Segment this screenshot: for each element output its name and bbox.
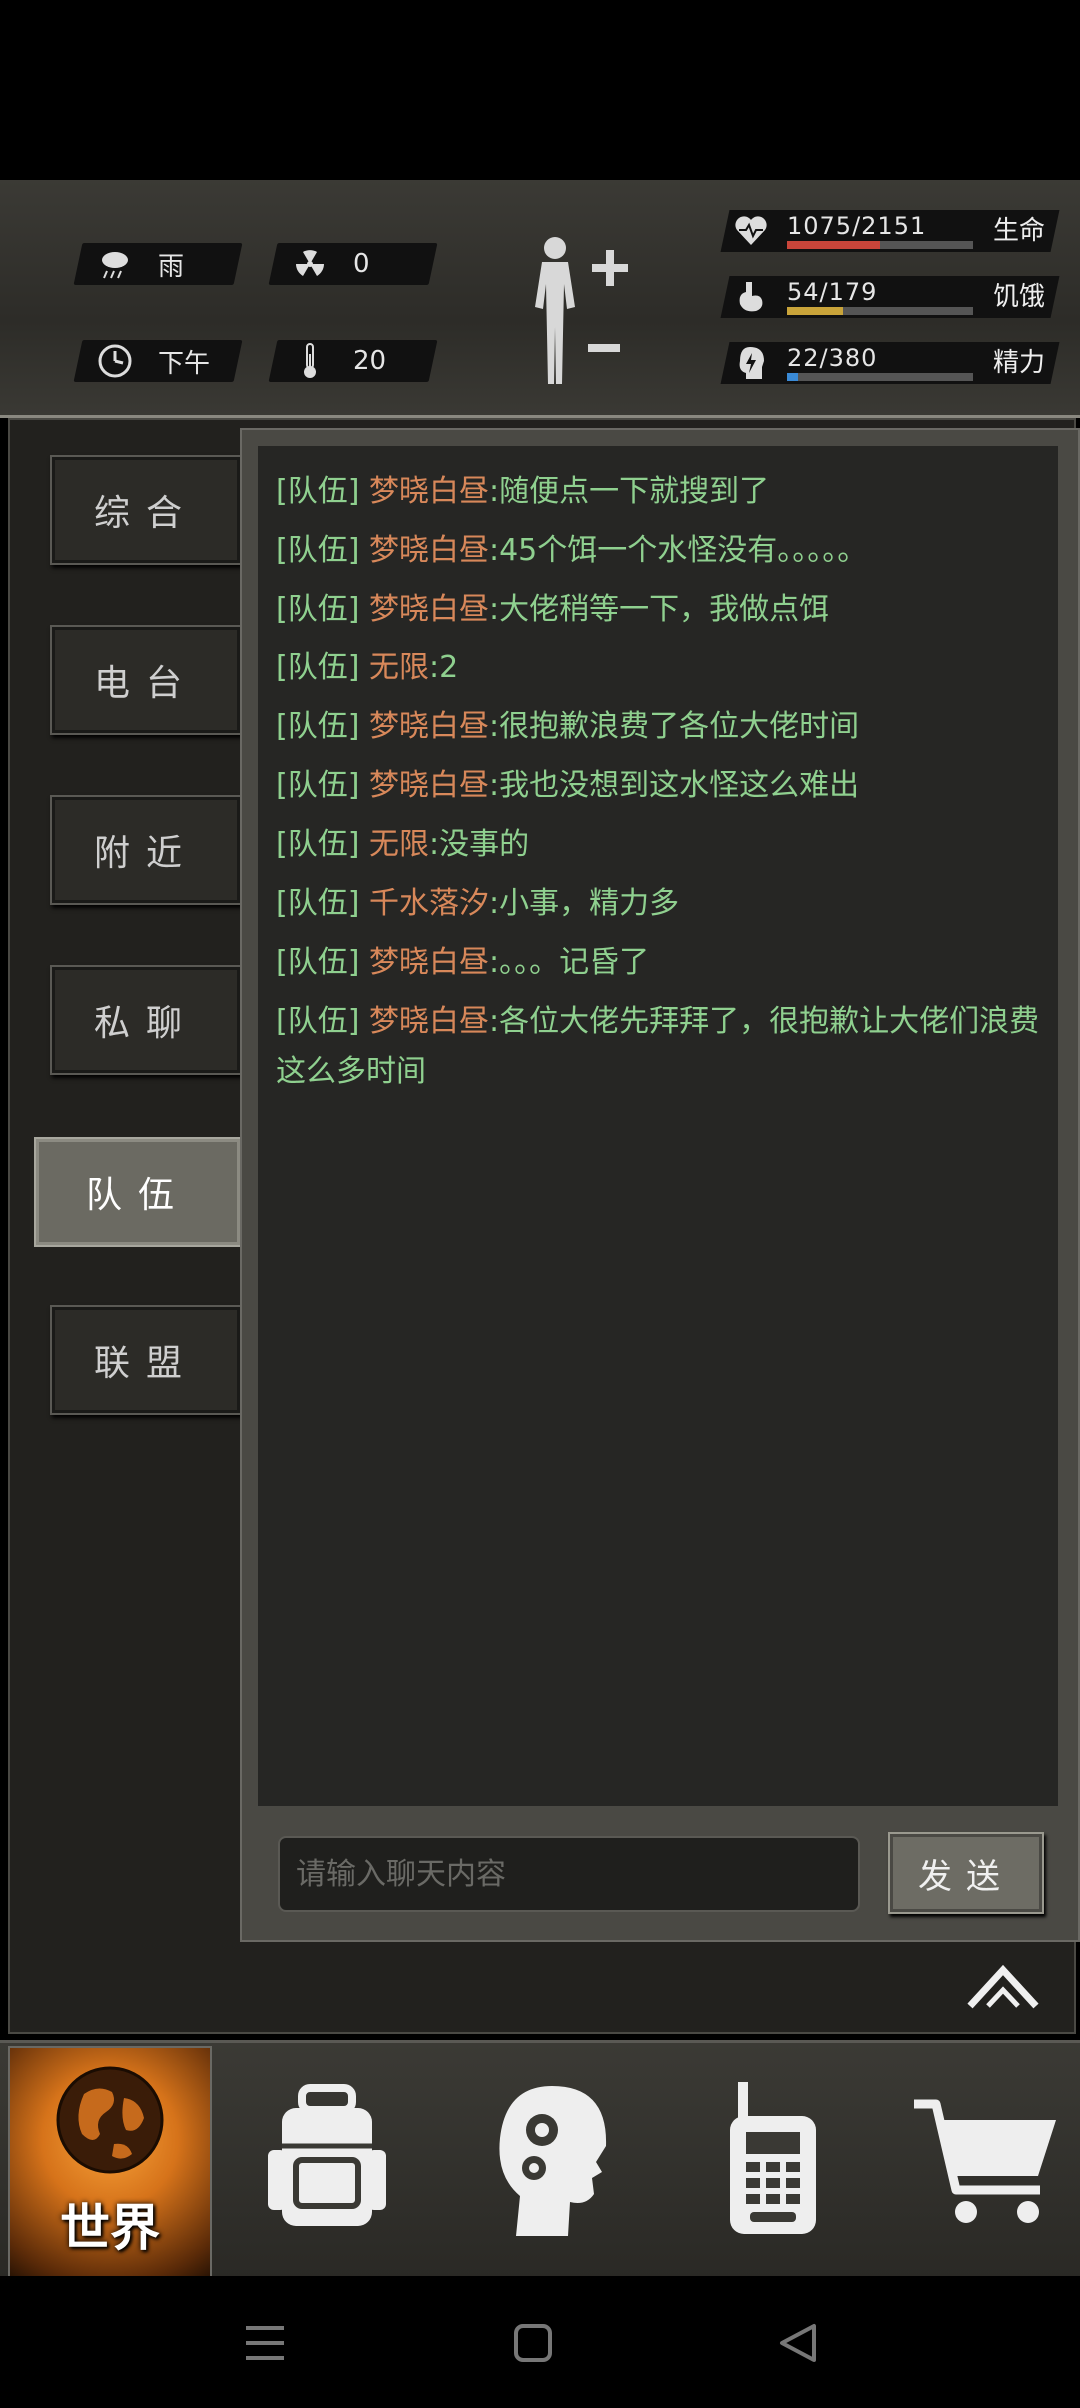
menu-icon[interactable] (240, 2320, 290, 2366)
message-sender[interactable]: 梦晓白昼 (369, 474, 489, 509)
message-text: :小事，精力多 (488, 886, 680, 921)
chat-input-container (278, 1836, 860, 1912)
message-sender[interactable]: 无限 (369, 650, 429, 685)
energy-fill (787, 373, 799, 381)
chat-message: [队伍] 梦晓白昼:随便点一下就搜到了 (276, 467, 1056, 517)
collapse-chevron-icon[interactable] (966, 1962, 1040, 2010)
tab-alliance[interactable]: 联盟 (50, 1305, 242, 1415)
message-sender[interactable]: 梦晓白昼 (369, 945, 489, 980)
message-sender[interactable]: 梦晓白昼 (369, 533, 489, 568)
message-channel: [队伍] (276, 886, 360, 921)
temperature-value: 20 (353, 346, 387, 376)
chat-input[interactable] (280, 1838, 858, 1910)
tab-general[interactable]: 综合 (50, 455, 242, 565)
thermometer-icon (289, 343, 331, 379)
radiation-stat: 0 (268, 243, 438, 285)
character-body-icon[interactable] (520, 232, 630, 387)
health-label: 生命 (993, 216, 1046, 246)
weather-stat: 雨 (73, 243, 243, 285)
message-channel: [队伍] (276, 709, 360, 744)
message-channel: [队伍] (276, 768, 360, 803)
time-stat: 下午 (73, 340, 243, 382)
head-bolt-icon (733, 345, 769, 381)
nav-world-label: 世界 (60, 2199, 160, 2257)
message-channel: [队伍] (276, 474, 360, 509)
radiation-icon (289, 246, 331, 282)
weather-value: 雨 (158, 251, 185, 282)
chat-message: [队伍] 无限:没事的 (276, 820, 1056, 870)
message-text: :2 (428, 650, 459, 685)
message-sender[interactable]: 梦晓白昼 (369, 768, 489, 803)
message-text: :。。。记昏了 (488, 945, 650, 980)
rain-cloud-icon (94, 246, 136, 282)
head-skills-icon[interactable] (490, 2080, 620, 2240)
shopping-cart-icon[interactable] (910, 2080, 1060, 2240)
message-channel: [队伍] (276, 827, 360, 862)
tab-private[interactable]: 私聊 (50, 965, 242, 1075)
chat-message: [队伍] 梦晓白昼:很抱歉浪费了各位大佬时间 (276, 702, 1056, 752)
chat-message: [队伍] 梦晓白昼:各位大佬先拜拜了，很抱歉让大佬们浪费这么多时间 (276, 997, 1056, 1097)
chat-message: [队伍] 梦晓白昼:大佬稍等一下，我做点饵 (276, 585, 1056, 635)
message-sender[interactable]: 梦晓白昼 (369, 592, 489, 627)
message-text: :45个饵一个水怪没有。。。。。 (488, 533, 868, 568)
status-bar-area (0, 0, 1080, 180)
chat-message: [队伍] 无限:2 (276, 643, 1056, 693)
radiation-value: 0 (353, 249, 370, 279)
backpack-icon[interactable] (262, 2080, 392, 2240)
hunger-fill (787, 307, 843, 315)
chat-message: [队伍] 千水落汐:小事，精力多 (276, 879, 1056, 929)
hunger-value: 54/179 (787, 278, 878, 306)
home-icon[interactable] (508, 2320, 558, 2366)
health-fill (787, 241, 880, 249)
nav-world-button[interactable]: 世界 (8, 2046, 212, 2278)
message-sender[interactable]: 梦晓白昼 (369, 709, 489, 744)
send-button[interactable]: 发送 (888, 1832, 1044, 1914)
tab-nearby[interactable]: 附近 (50, 795, 242, 905)
message-text: :没事的 (428, 827, 530, 862)
walkie-talkie-icon[interactable] (710, 2080, 840, 2240)
message-channel: [队伍] (276, 945, 360, 980)
message-sender[interactable]: 无限 (369, 827, 429, 862)
globe-icon (56, 2066, 164, 2174)
message-channel: [队伍] (276, 650, 360, 685)
chat-message: [队伍] 梦晓白昼:。。。记昏了 (276, 938, 1056, 988)
energy-label: 精力 (993, 348, 1046, 378)
tab-team[interactable]: 队伍 (34, 1137, 242, 1247)
time-value: 下午 (158, 348, 211, 379)
message-channel: [队伍] (276, 1004, 360, 1039)
hunger-label: 饥饿 (993, 282, 1046, 312)
clock-icon (94, 343, 136, 379)
message-text: :很抱歉浪费了各位大佬时间 (488, 709, 860, 744)
energy-value: 22/380 (787, 344, 878, 372)
heart-pulse-icon (733, 213, 769, 249)
stomach-icon (733, 279, 769, 315)
chat-message: [队伍] 梦晓白昼:45个饵一个水怪没有。。。。。 (276, 526, 1056, 576)
tab-radio[interactable]: 电台 (50, 625, 242, 735)
message-text: :大佬稍等一下，我做点饵 (488, 592, 830, 627)
chat-message: [队伍] 梦晓白昼:我也没想到这水怪这么难出 (276, 761, 1056, 811)
message-sender[interactable]: 梦晓白昼 (369, 1004, 489, 1039)
message-text: :我也没想到这水怪这么难出 (488, 768, 860, 803)
message-channel: [队伍] (276, 533, 360, 568)
back-icon[interactable] (774, 2320, 824, 2366)
health-value: 1075/2151 (787, 212, 927, 240)
temperature-stat: 20 (268, 340, 438, 382)
message-channel: [队伍] (276, 592, 360, 627)
message-text: :随便点一下就搜到了 (488, 474, 770, 509)
message-sender[interactable]: 千水落汐 (369, 886, 489, 921)
